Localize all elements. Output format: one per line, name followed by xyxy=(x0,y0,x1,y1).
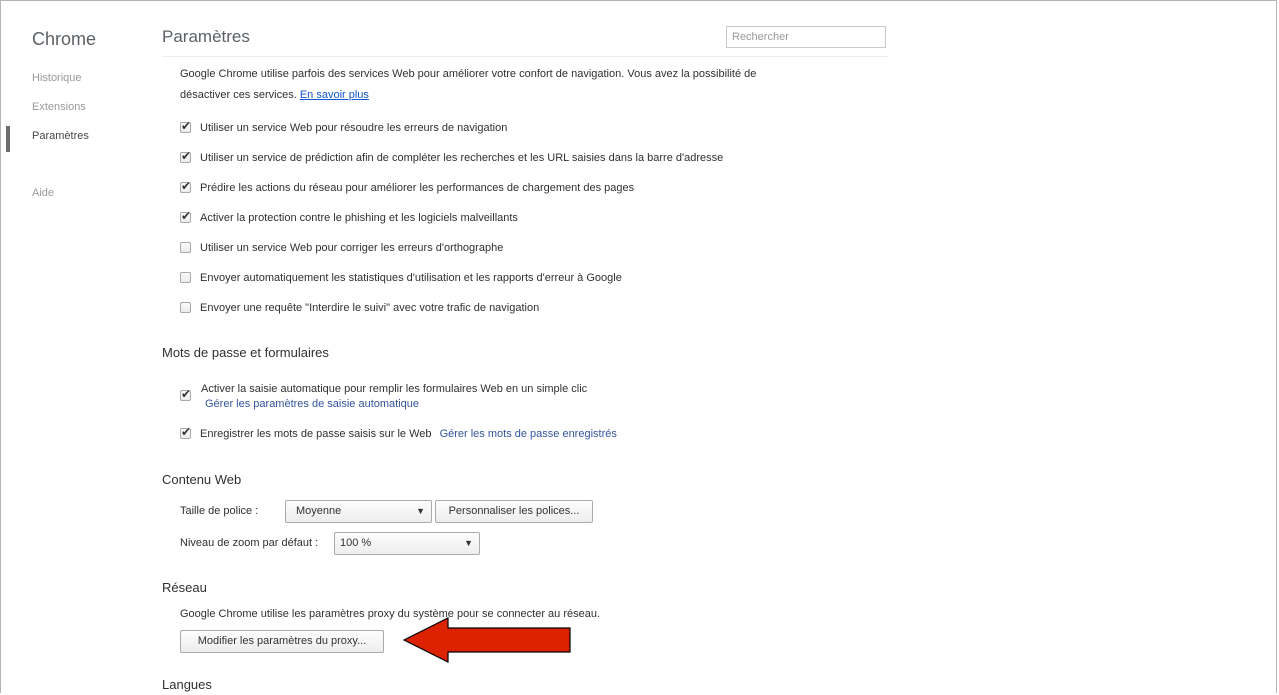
sidebar-nav: Historique Extensions Paramètres Aide xyxy=(32,71,89,215)
dropdown-arrow-icon: ▼ xyxy=(416,506,425,516)
section-title-languages: Langues xyxy=(162,677,212,692)
privacy-option[interactable]: Utiliser un service Web pour corriger le… xyxy=(180,240,503,256)
dropdown-arrow-icon: ▼ xyxy=(464,538,473,548)
sidebar-item-settings[interactable]: Paramètres xyxy=(32,129,89,158)
option-label: Utiliser un service Web pour résoudre le… xyxy=(200,122,508,134)
header-divider xyxy=(162,56,888,57)
check-icon: ✔ xyxy=(181,425,192,439)
checkbox[interactable]: ✔ xyxy=(180,179,192,193)
sidebar-item-history[interactable]: Historique xyxy=(32,71,89,100)
checkbox[interactable] xyxy=(180,242,191,253)
font-size-value: Moyenne xyxy=(296,505,342,517)
customize-fonts-button[interactable]: Personnaliser les polices... xyxy=(435,500,593,523)
privacy-option[interactable]: ✔ Utiliser un service Web pour résoudre l… xyxy=(180,119,508,136)
privacy-option[interactable]: ✔ Utiliser un service de prédiction afin … xyxy=(180,149,724,166)
check-icon: ✔ xyxy=(181,119,192,133)
font-size-select[interactable]: Moyenne ▼ xyxy=(285,500,432,523)
proxy-settings-button[interactable]: Modifier les paramètres du proxy... xyxy=(180,630,384,653)
checkbox[interactable]: ✔ xyxy=(180,119,192,133)
privacy-intro-text: Google Chrome utilise parfois des servic… xyxy=(180,68,757,101)
option-label: Prédire les actions du réseau pour améli… xyxy=(200,182,635,194)
section-title-network: Réseau xyxy=(162,580,207,595)
check-icon: ✔ xyxy=(181,387,192,401)
option-label: Enregistrer les mots de passe saisis sur… xyxy=(200,428,432,440)
sidebar-item-extensions[interactable]: Extensions xyxy=(32,100,89,129)
autofill-settings-link[interactable]: Gérer les paramètres de saisie automatiq… xyxy=(205,398,419,410)
privacy-option[interactable]: Envoyer une requête "Interdire le suivi"… xyxy=(180,300,539,316)
save-passwords-option[interactable]: ✔ Enregistrer les mots de passe saisis su… xyxy=(180,425,617,442)
option-label: Envoyer automatiquement les statistiques… xyxy=(200,272,622,284)
checkbox[interactable] xyxy=(180,302,191,313)
privacy-option[interactable]: Envoyer automatiquement les statistiques… xyxy=(180,270,622,286)
option-label: Envoyer une requête "Interdire le suivi"… xyxy=(200,302,540,314)
learn-more-link[interactable]: En savoir plus xyxy=(300,89,369,101)
check-icon: ✔ xyxy=(181,209,192,223)
zoom-select[interactable]: 100 % ▼ xyxy=(334,532,480,555)
font-size-label: Taille de police : xyxy=(180,505,259,517)
privacy-option[interactable]: ✔ Activer la protection contre le phishin… xyxy=(180,209,518,226)
option-label: Utiliser un service de prédiction afin d… xyxy=(200,152,724,164)
annotation-arrow-icon xyxy=(402,617,571,663)
page-title: Paramètres xyxy=(162,27,250,46)
checkbox[interactable]: ✔ xyxy=(180,209,192,223)
selected-indicator xyxy=(6,126,10,152)
checkbox[interactable] xyxy=(180,272,191,283)
section-title-web-content: Contenu Web xyxy=(162,472,242,487)
sidebar-item-help[interactable]: Aide xyxy=(32,186,89,215)
privacy-intro: Google Chrome utilise parfois des servic… xyxy=(180,64,800,106)
option-label: Utiliser un service Web pour corriger le… xyxy=(200,242,504,254)
check-icon: ✔ xyxy=(181,149,192,163)
manage-passwords-link[interactable]: Gérer les mots de passe enregistrés xyxy=(440,428,617,440)
checkbox[interactable]: ✔ xyxy=(180,149,192,163)
search-input[interactable] xyxy=(726,26,886,48)
autofill-label: Activer la saisie automatique pour rempl… xyxy=(201,383,588,395)
checkbox[interactable]: ✔ xyxy=(180,425,192,439)
option-label: Activer la protection contre le phishing… xyxy=(200,212,518,224)
section-title-passwords: Mots de passe et formulaires xyxy=(162,345,329,360)
autofill-option[interactable]: ✔ xyxy=(180,387,200,404)
app-title: Chrome xyxy=(32,29,97,49)
privacy-option[interactable]: ✔ Prédire les actions du réseau pour amél… xyxy=(180,179,635,196)
zoom-label: Niveau de zoom par défaut : xyxy=(180,537,319,549)
zoom-value: 100 % xyxy=(340,537,372,549)
checkbox[interactable]: ✔ xyxy=(180,387,192,401)
check-icon: ✔ xyxy=(181,179,192,193)
